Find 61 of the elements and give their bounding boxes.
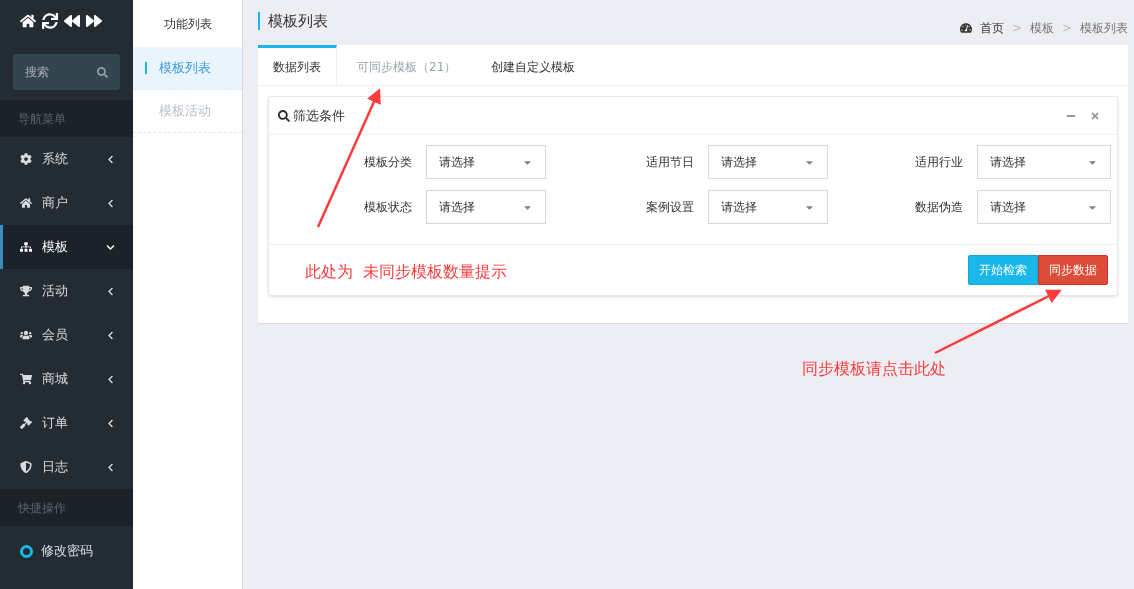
chevron-left-icon [106, 418, 115, 428]
cart-icon [20, 373, 32, 385]
chevron-left-icon [106, 198, 115, 208]
shield-icon [20, 461, 32, 473]
users-icon [20, 329, 32, 341]
gear-icon [20, 153, 32, 165]
breadcrumb-link[interactable]: 模板列表 [1080, 19, 1128, 37]
chevron-left-icon [106, 462, 115, 472]
breadcrumb-separator: > [1011, 20, 1022, 37]
field-label: 适用节日 [646, 154, 695, 171]
tab[interactable]: 创建自定义模板 [476, 45, 591, 85]
menu-item[interactable]: 日志 [0, 445, 133, 489]
home-icon[interactable] [20, 13, 36, 29]
section-heading: 导航菜单 [18, 110, 66, 128]
chevron-left-icon [106, 374, 115, 384]
section-heading: 快捷操作 [18, 499, 66, 517]
search-icon[interactable] [97, 67, 108, 78]
select-field[interactable]: 请选择 [708, 190, 829, 224]
chevron-left-icon [106, 286, 115, 296]
menu-item[interactable]: 商城 [0, 357, 133, 401]
select-field[interactable]: 请选择 [425, 190, 546, 224]
page-title: 模板列表 [268, 10, 328, 32]
chevron-down-icon [106, 242, 115, 252]
select-field[interactable]: 请选择 [977, 145, 1111, 179]
dashboard-icon [959, 22, 972, 34]
refresh-icon[interactable] [42, 13, 58, 29]
select-field[interactable]: 请选择 [708, 145, 829, 179]
field-label: 模板状态 [363, 199, 412, 216]
home-icon [20, 197, 32, 209]
menu-item[interactable]: 订单 [0, 401, 133, 445]
field-label: 案例设置 [646, 199, 695, 216]
field-label: 模板分类 [363, 154, 412, 171]
tab[interactable]: 数据列表 [258, 45, 337, 85]
search-icon [278, 109, 290, 122]
field-label: 适用行业 [915, 154, 963, 171]
panel-title: 功能列表 [163, 15, 212, 33]
breadcrumb-link[interactable]: 模板 [1029, 19, 1054, 37]
menu-item[interactable]: 修改密码 [0, 529, 133, 573]
breadcrumb-link[interactable]: 首页 [979, 19, 1004, 37]
sitemap-icon [20, 241, 32, 253]
annotation-text: 此处为 未同步模板数量提示 [305, 261, 508, 283]
menu-item[interactable]: 活动 [0, 269, 133, 313]
trophy-icon [20, 285, 32, 297]
close-icon[interactable] [1090, 110, 1100, 121]
chevron-left-icon [106, 154, 115, 164]
menu-item[interactable]: 商户 [0, 181, 133, 225]
breadcrumb-separator: > [1061, 20, 1072, 37]
menu-item[interactable]: 会员 [0, 313, 133, 357]
select-field[interactable]: 请选择 [977, 190, 1111, 224]
search-field[interactable]: 搜索 [13, 54, 120, 90]
menu-item[interactable]: 系统 [0, 137, 133, 181]
menu-item[interactable]: 模板 [0, 225, 133, 269]
gavel-icon [20, 417, 32, 429]
field-label: 数据伪造 [915, 199, 963, 216]
sync-button[interactable]: 同步数据 [1038, 255, 1108, 285]
fast-forward-icon[interactable] [86, 13, 102, 29]
chevron-left-icon [106, 330, 115, 340]
rewind-icon[interactable] [64, 13, 80, 29]
select-field[interactable]: 请选择 [425, 145, 546, 179]
annotation-text: 同步模板请点击此处 [802, 358, 946, 380]
panel-title: 筛选条件 [293, 106, 345, 125]
